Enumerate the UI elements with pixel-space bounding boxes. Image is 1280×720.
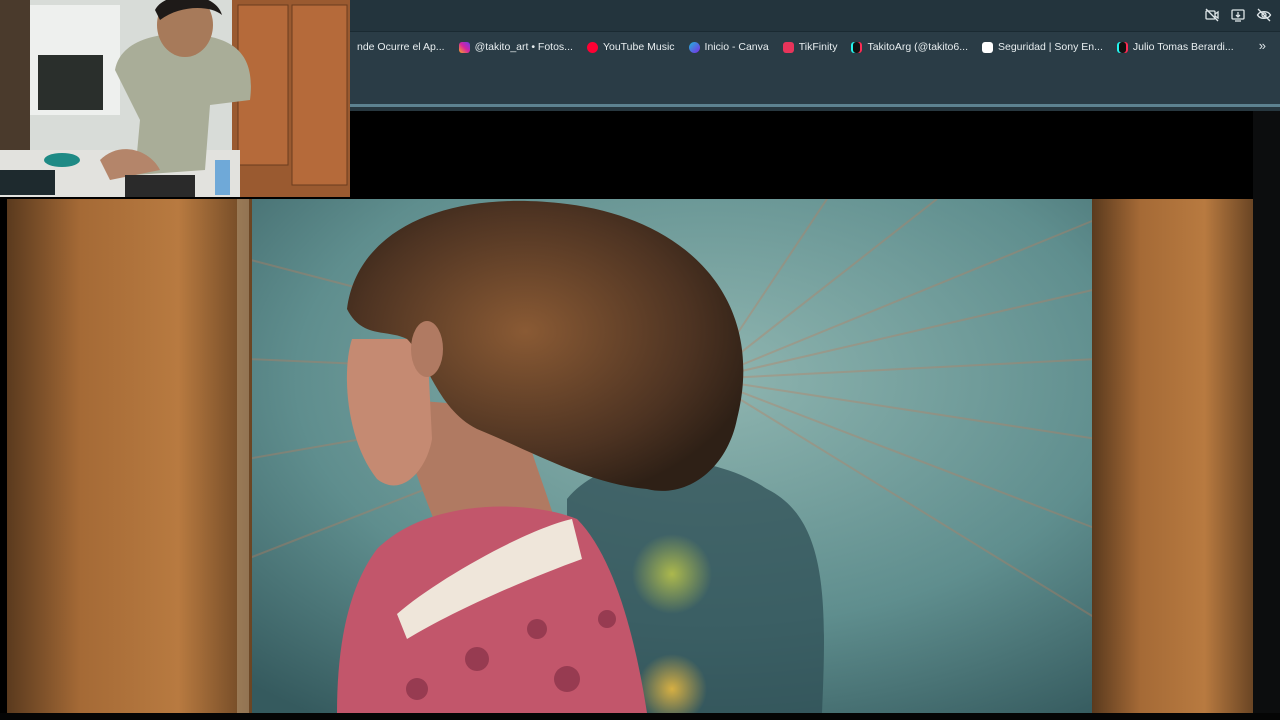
bookmark-label: nde Ocurre el Ap... xyxy=(357,41,445,53)
bookmark-item[interactable]: nde Ocurre el Ap... xyxy=(350,36,452,58)
sony-s-icon xyxy=(981,41,993,53)
bookmark-label: Julio Tomas Berardi... xyxy=(1132,41,1234,53)
youtube-music-icon xyxy=(586,41,598,53)
tiktok-icon xyxy=(851,41,863,53)
bookmark-item[interactable]: Inicio - Canva xyxy=(682,36,776,58)
bookmarks-overflow-button[interactable]: » xyxy=(1259,38,1266,53)
bookmarks-bar: nde Ocurre el Ap... @takito_art • Fotos.… xyxy=(350,31,1280,62)
bookmark-item[interactable]: TikFinity xyxy=(776,36,845,58)
bookmark-label: Seguridad | Sony En... xyxy=(997,41,1103,53)
bookmark-item[interactable]: Seguridad | Sony En... xyxy=(975,36,1110,58)
camera-off-icon[interactable] xyxy=(1204,7,1220,23)
browser-top-bar xyxy=(350,0,1280,31)
install-app-icon[interactable] xyxy=(1230,7,1246,23)
webcam-image xyxy=(0,0,350,197)
bottom-edge xyxy=(0,713,1280,720)
bookmark-label: TakitoArg (@takito6... xyxy=(867,41,968,53)
top-icons xyxy=(1204,7,1272,23)
bookmark-item[interactable]: @takito_art • Fotos... xyxy=(452,36,580,58)
video-player[interactable] xyxy=(7,199,1253,713)
bookmark-item[interactable]: YouTube Music xyxy=(580,36,682,58)
tikfinity-icon xyxy=(782,41,794,53)
page-scrollbar[interactable] xyxy=(1253,111,1280,720)
bookmark-label: TikFinity xyxy=(798,41,838,53)
page-toolbar-area xyxy=(350,62,1280,105)
toolbar-shadow xyxy=(350,107,1280,111)
bookmark-label: Inicio - Canva xyxy=(704,41,769,53)
canva-icon xyxy=(688,41,700,53)
bookmark-item[interactable]: Julio Tomas Berardi... xyxy=(1110,36,1241,58)
bookmark-label: @takito_art • Fotos... xyxy=(474,41,573,53)
tiktok-icon xyxy=(1116,41,1128,53)
bookmark-item[interactable]: TakitoArg (@takito6... xyxy=(844,36,975,58)
bookmark-label: YouTube Music xyxy=(602,41,675,53)
eye-off-icon[interactable] xyxy=(1256,7,1272,23)
instagram-icon xyxy=(458,41,470,53)
webcam-overlay xyxy=(0,0,350,197)
video-frame-image xyxy=(7,199,1253,713)
